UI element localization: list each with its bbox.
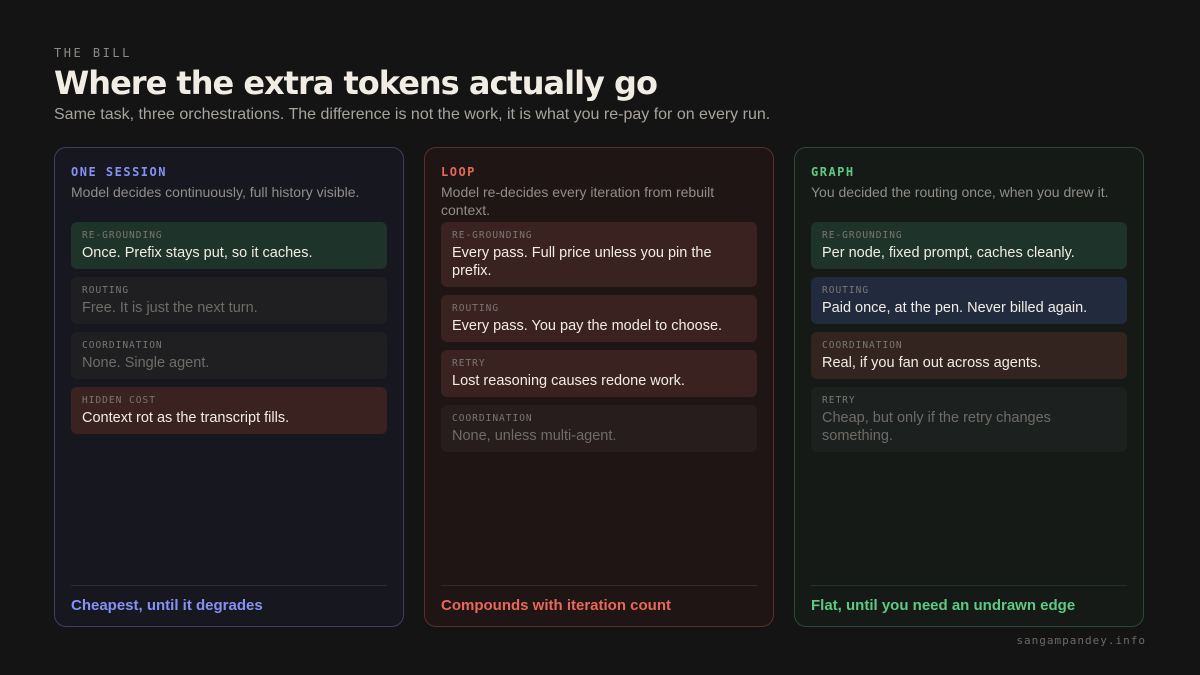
card-description: Model re-decides every iteration from re… [441, 184, 715, 218]
card-summary: Cheapest, until it degrades [71, 597, 263, 614]
cost-list: RE-GROUNDING Once. Prefix stays put, so … [71, 222, 387, 434]
cost-item-coordination: COORDINATION None, unless multi-agent. [441, 405, 757, 452]
cost-item-label: COORDINATION [82, 340, 163, 351]
cost-item-label: HIDDEN COST [82, 395, 156, 406]
cost-item-coordination: COORDINATION Real, if you fan out across… [811, 332, 1127, 379]
cost-item-label: RE-GROUNDING [452, 230, 533, 241]
cost-item-hidden-cost: HIDDEN COST Context rot as the transcrip… [71, 387, 387, 434]
cost-item-label: ROUTING [82, 285, 130, 296]
cost-item-routing: ROUTING Every pass. You pay the model to… [441, 295, 757, 342]
cost-item-retry: RETRY Cheap, but only if the retry chang… [811, 387, 1127, 452]
cost-item-label: ROUTING [822, 285, 870, 296]
card-label: ONE SESSION [71, 165, 167, 179]
cost-item-text: Cheap, but only if the retry changes som… [822, 410, 1051, 444]
cost-list: RE-GROUNDING Per node, fixed prompt, cac… [811, 222, 1127, 452]
cost-item-text: Lost reasoning causes redone work. [452, 373, 685, 389]
card-loop: LOOP Model re-decides every iteration fr… [424, 147, 774, 627]
cost-item-text: Every pass. You pay the model to choose. [452, 318, 723, 334]
cost-item-label: COORDINATION [822, 340, 903, 351]
site-credit: sangampandey.info [1016, 634, 1146, 647]
card-divider [811, 585, 1127, 586]
eyebrow-label: THE BILL [54, 46, 132, 60]
cost-item-regrounding: RE-GROUNDING Once. Prefix stays put, so … [71, 222, 387, 269]
card-summary: Compounds with iteration count [441, 597, 671, 614]
cost-item-text: None, unless multi-agent. [452, 428, 617, 444]
cost-item-text: Once. Prefix stays put, so it caches. [82, 245, 313, 261]
card-description: Model decides continuously, full history… [71, 184, 360, 200]
page-title: Where the extra tokens actually go [54, 64, 658, 102]
cost-item-regrounding: RE-GROUNDING Per node, fixed prompt, cac… [811, 222, 1127, 269]
cost-item-label: RETRY [822, 395, 856, 406]
cost-item-text: Per node, fixed prompt, caches cleanly. [822, 245, 1075, 261]
cost-item-text: Real, if you fan out across agents. [822, 355, 1042, 371]
cost-item-label: RETRY [452, 358, 486, 369]
card-description: You decided the routing once, when you d… [811, 184, 1109, 200]
card-label: LOOP [441, 165, 476, 179]
cost-item-coordination: COORDINATION None. Single agent. [71, 332, 387, 379]
card-summary: Flat, until you need an undrawn edge [811, 597, 1076, 614]
card-divider [71, 585, 387, 586]
cost-item-label: COORDINATION [452, 413, 533, 424]
cost-item-regrounding: RE-GROUNDING Every pass. Full price unle… [441, 222, 757, 287]
cost-item-routing: ROUTING Free. It is just the next turn. [71, 277, 387, 324]
cost-list: RE-GROUNDING Every pass. Full price unle… [441, 222, 757, 452]
card-label: GRAPH [811, 165, 855, 179]
cost-item-text: Context rot as the transcript fills. [82, 410, 290, 426]
cost-item-text: Free. It is just the next turn. [82, 300, 258, 316]
cost-item-retry: RETRY Lost reasoning causes redone work. [441, 350, 757, 397]
page-subtitle: Same task, three orchestrations. The dif… [54, 106, 771, 123]
cost-item-text: None. Single agent. [82, 355, 210, 371]
card-divider [441, 585, 757, 586]
card-one-session: ONE SESSION Model decides continuously, … [54, 147, 404, 627]
cost-item-text: Paid once, at the pen. Never billed agai… [822, 300, 1088, 316]
card-graph: GRAPH You decided the routing once, when… [794, 147, 1144, 627]
cost-item-text: Every pass. Full price unless you pin th… [452, 245, 712, 279]
cost-item-label: RE-GROUNDING [822, 230, 903, 241]
cost-item-label: RE-GROUNDING [82, 230, 163, 241]
cost-item-label: ROUTING [452, 303, 500, 314]
cost-item-routing: ROUTING Paid once, at the pen. Never bil… [811, 277, 1127, 324]
